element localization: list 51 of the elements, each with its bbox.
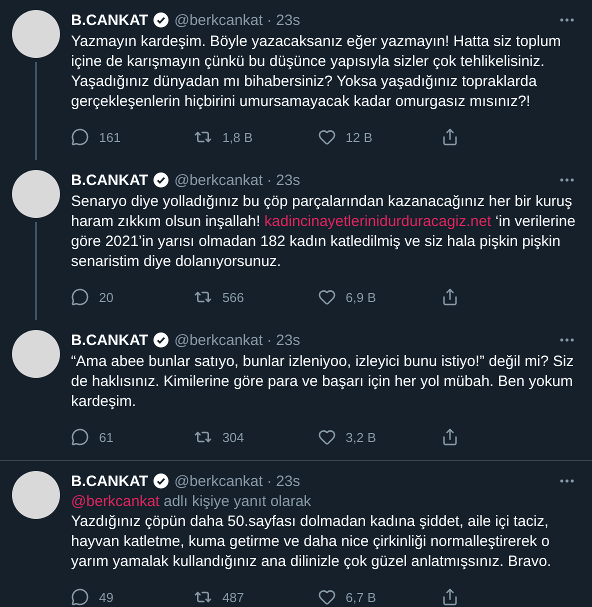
verified-badge-icon	[152, 472, 170, 490]
avatar[interactable]	[12, 170, 60, 218]
tweet-text: “Ama abee bunlar satıyo, bunlar izleniyoo, izleyici bunu istiyo!” değil mi? Siz de haklısınız. Kimilerine göre para ve başarı için her yol mübah. Ben yokum kardeşim.	[71, 352, 575, 412]
reply-to-link[interactable]: @berkcankat	[71, 493, 160, 510]
like-count: 6,7 B	[346, 590, 376, 604]
avatar[interactable]	[12, 471, 60, 519]
verified-badge-icon	[152, 171, 170, 189]
display-name[interactable]: B.CANKAT	[71, 12, 148, 28]
reply-icon[interactable]	[71, 588, 89, 606]
reply-icon[interactable]	[71, 288, 89, 306]
reply-count: 49	[99, 590, 114, 604]
share-icon[interactable]	[440, 288, 459, 306]
tweet-time: · 23s	[266, 172, 300, 188]
retweet-count: 566	[222, 290, 244, 304]
like-count: 6,9 B	[346, 290, 376, 304]
retweet-count: 1,8 B	[222, 130, 253, 144]
reply-icon[interactable]	[71, 128, 89, 146]
user-handle[interactable]: @berkcankat	[174, 12, 263, 28]
verified-badge-icon	[152, 331, 170, 349]
retweet-count: 304	[222, 430, 244, 444]
share-icon[interactable]	[440, 428, 459, 446]
reply-icon[interactable]	[71, 428, 89, 446]
web-link[interactable]: kadincinayetlerinidurduracagiz.net	[264, 213, 492, 230]
avatar[interactable]	[12, 330, 60, 378]
user-handle[interactable]: @berkcankat	[174, 472, 263, 490]
display-name[interactable]: B.CANKAT	[71, 332, 148, 348]
like-icon[interactable]	[318, 128, 336, 146]
tweet-text: Yazdığınız çöpün daha 50.sayfası dolmadan kadına şiddet, aile içi taciz, hayvan katletme, kuma getirme ve daha nice çirkinliği normalleştirerek o yarım yamalak kullandığınız ana dilinizle çok güzel anlatmışsınız. Bravo.	[71, 512, 552, 572]
tweet-time: · 23s	[266, 332, 300, 348]
reply-to-label: adlı kişiye yanıt olarak	[164, 493, 312, 510]
reply-count: 161	[99, 130, 121, 144]
tweet-time: · 23s	[266, 472, 300, 490]
reply-count: 61	[99, 430, 114, 444]
like-count: 12 B	[346, 130, 372, 144]
retweet-count: 487	[222, 590, 244, 604]
share-icon[interactable]	[440, 128, 459, 146]
user-handle[interactable]: @berkcankat	[174, 172, 263, 188]
reply-count: 20	[99, 290, 114, 304]
like-count: 3,2 B	[346, 430, 376, 444]
user-handle[interactable]: @berkcankat	[174, 332, 263, 348]
display-name[interactable]: B.CANKAT	[71, 472, 148, 490]
display-name[interactable]: B.CANKAT	[71, 172, 148, 188]
avatar[interactable]	[12, 10, 60, 58]
like-icon[interactable]	[318, 288, 336, 306]
tweet-text: Yazmayın kardeşim. Böyle yazacaksanız eğer yazmayın! Hatta siz toplum içine de karışmayın çünkü bu düşünce yapısıyla sizler çok tehlikelisiniz. Yaşadığınız dünyadan mı bihabersiniz? Yoksa yaşadığınız topraklarda gerçekleşenlerin hiçbirini umursamayacak kadar omurgasız mısınız?!	[71, 32, 562, 112]
like-icon[interactable]	[318, 588, 336, 606]
verified-badge-icon	[152, 11, 170, 29]
like-icon[interactable]	[318, 428, 336, 446]
tweet-time: · 23s	[266, 12, 300, 28]
share-icon[interactable]	[440, 588, 459, 606]
tweet-text: Senaryo diye yolladığınız bu çöp parçalarından kazanacağınız her bir kuruş haram zıkkım olsun inşallah! kadincinayetlerinidurduracagiz.net ‘in verilerine göre 2021’in yarısı olmadan 182 kadın katledilmiş ve siz hala pişkin pişkin senaristim diye dolanıyorsunuz.	[71, 192, 576, 272]
